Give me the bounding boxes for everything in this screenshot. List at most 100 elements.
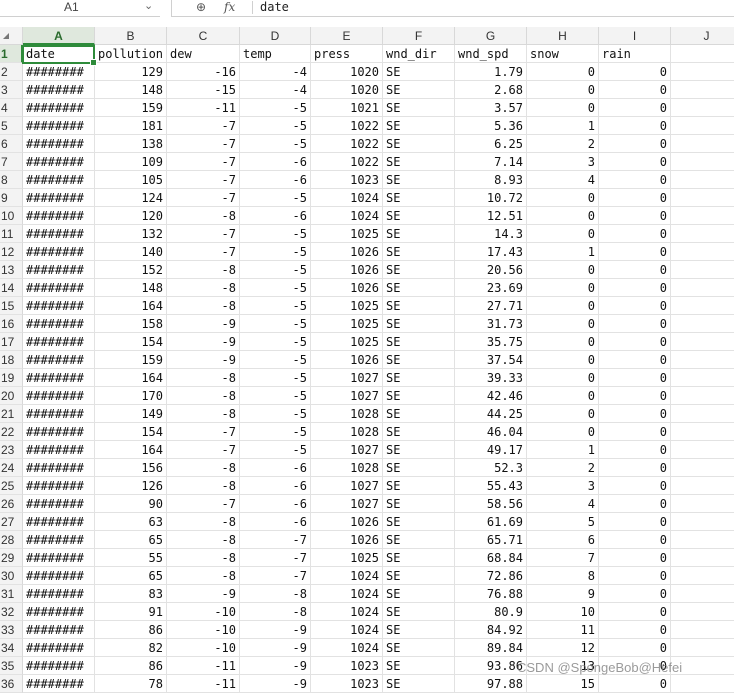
cell-j26[interactable] (671, 495, 734, 513)
cell-e31[interactable]: 1024 (311, 585, 383, 603)
cell-i15[interactable]: 0 (599, 297, 671, 315)
row-header-25[interactable]: 25 (0, 477, 23, 495)
cell-f25[interactable]: SE (383, 477, 455, 495)
row-header-23[interactable]: 23 (0, 441, 23, 459)
cell-j13[interactable] (671, 261, 734, 279)
cell-j17[interactable] (671, 333, 734, 351)
cell-j22[interactable] (671, 423, 734, 441)
cell-a14[interactable]: ######## (23, 279, 95, 297)
cell-b14[interactable]: 148 (95, 279, 167, 297)
cell-i17[interactable]: 0 (599, 333, 671, 351)
cell-b35[interactable]: 86 (95, 657, 167, 675)
row-header-1[interactable]: 1 (0, 45, 23, 63)
cell-i30[interactable]: 0 (599, 567, 671, 585)
row-header-30[interactable]: 30 (0, 567, 23, 585)
cell-f36[interactable]: SE (383, 675, 455, 693)
cell-f5[interactable]: SE (383, 117, 455, 135)
cell-a5[interactable]: ######## (23, 117, 95, 135)
row-header-29[interactable]: 29 (0, 549, 23, 567)
cell-c28[interactable]: -8 (167, 531, 240, 549)
cell-a2[interactable]: ######## (23, 63, 95, 81)
cell-j19[interactable] (671, 369, 734, 387)
column-header-i[interactable]: I (599, 27, 671, 45)
cell-a31[interactable]: ######## (23, 585, 95, 603)
row-header-17[interactable]: 17 (0, 333, 23, 351)
cell-a16[interactable]: ######## (23, 315, 95, 333)
cell-g22[interactable]: 46.04 (455, 423, 527, 441)
cell-b21[interactable]: 149 (95, 405, 167, 423)
cell-d7[interactable]: -6 (240, 153, 311, 171)
cell-d18[interactable]: -5 (240, 351, 311, 369)
row-header-19[interactable]: 19 (0, 369, 23, 387)
cell-a21[interactable]: ######## (23, 405, 95, 423)
zoom-icon[interactable]: ⊕ (196, 0, 206, 14)
column-header-c[interactable]: C (167, 27, 240, 45)
row-header-36[interactable]: 36 (0, 675, 23, 693)
cell-b2[interactable]: 129 (95, 63, 167, 81)
cell-g33[interactable]: 84.92 (455, 621, 527, 639)
row-header-32[interactable]: 32 (0, 603, 23, 621)
cell-i34[interactable]: 0 (599, 639, 671, 657)
cell-h2[interactable]: 0 (527, 63, 599, 81)
cell-i11[interactable]: 0 (599, 225, 671, 243)
name-box[interactable]: A1 ⌄ (0, 0, 160, 17)
cell-g18[interactable]: 37.54 (455, 351, 527, 369)
cell-a4[interactable]: ######## (23, 99, 95, 117)
cell-d9[interactable]: -5 (240, 189, 311, 207)
row-header-9[interactable]: 9 (0, 189, 23, 207)
cell-f18[interactable]: SE (383, 351, 455, 369)
cell-f3[interactable]: SE (383, 81, 455, 99)
cell-f1[interactable]: wnd_dir (383, 45, 455, 63)
cell-h3[interactable]: 0 (527, 81, 599, 99)
cell-b3[interactable]: 148 (95, 81, 167, 99)
row-header-2[interactable]: 2 (0, 63, 23, 81)
cell-i31[interactable]: 0 (599, 585, 671, 603)
cell-e16[interactable]: 1025 (311, 315, 383, 333)
cell-h19[interactable]: 0 (527, 369, 599, 387)
cell-a28[interactable]: ######## (23, 531, 95, 549)
cell-h30[interactable]: 8 (527, 567, 599, 585)
cell-b30[interactable]: 65 (95, 567, 167, 585)
cell-e15[interactable]: 1025 (311, 297, 383, 315)
cell-e14[interactable]: 1026 (311, 279, 383, 297)
cell-j33[interactable] (671, 621, 734, 639)
cell-g29[interactable]: 68.84 (455, 549, 527, 567)
cell-d24[interactable]: -6 (240, 459, 311, 477)
cell-b34[interactable]: 82 (95, 639, 167, 657)
cell-h5[interactable]: 1 (527, 117, 599, 135)
cell-b26[interactable]: 90 (95, 495, 167, 513)
cell-a22[interactable]: ######## (23, 423, 95, 441)
row-header-7[interactable]: 7 (0, 153, 23, 171)
cell-i26[interactable]: 0 (599, 495, 671, 513)
row-header-14[interactable]: 14 (0, 279, 23, 297)
cell-i33[interactable]: 0 (599, 621, 671, 639)
cell-d23[interactable]: -5 (240, 441, 311, 459)
cell-c9[interactable]: -7 (167, 189, 240, 207)
cell-e1[interactable]: press (311, 45, 383, 63)
cell-d17[interactable]: -5 (240, 333, 311, 351)
cell-i24[interactable]: 0 (599, 459, 671, 477)
cell-f19[interactable]: SE (383, 369, 455, 387)
cell-b4[interactable]: 159 (95, 99, 167, 117)
cell-j15[interactable] (671, 297, 734, 315)
cell-d8[interactable]: -6 (240, 171, 311, 189)
cell-i21[interactable]: 0 (599, 405, 671, 423)
cell-e2[interactable]: 1020 (311, 63, 383, 81)
cell-j36[interactable] (671, 675, 734, 693)
cell-a27[interactable]: ######## (23, 513, 95, 531)
cell-b16[interactable]: 158 (95, 315, 167, 333)
cell-a24[interactable]: ######## (23, 459, 95, 477)
row-header-28[interactable]: 28 (0, 531, 23, 549)
column-header-e[interactable]: E (311, 27, 383, 45)
cell-d19[interactable]: -5 (240, 369, 311, 387)
cell-b8[interactable]: 105 (95, 171, 167, 189)
cell-h29[interactable]: 7 (527, 549, 599, 567)
cell-e22[interactable]: 1028 (311, 423, 383, 441)
row-header-27[interactable]: 27 (0, 513, 23, 531)
cell-d31[interactable]: -8 (240, 585, 311, 603)
cell-h6[interactable]: 2 (527, 135, 599, 153)
cell-f35[interactable]: SE (383, 657, 455, 675)
cell-g9[interactable]: 10.72 (455, 189, 527, 207)
cell-d1[interactable]: temp (240, 45, 311, 63)
cell-g8[interactable]: 8.93 (455, 171, 527, 189)
